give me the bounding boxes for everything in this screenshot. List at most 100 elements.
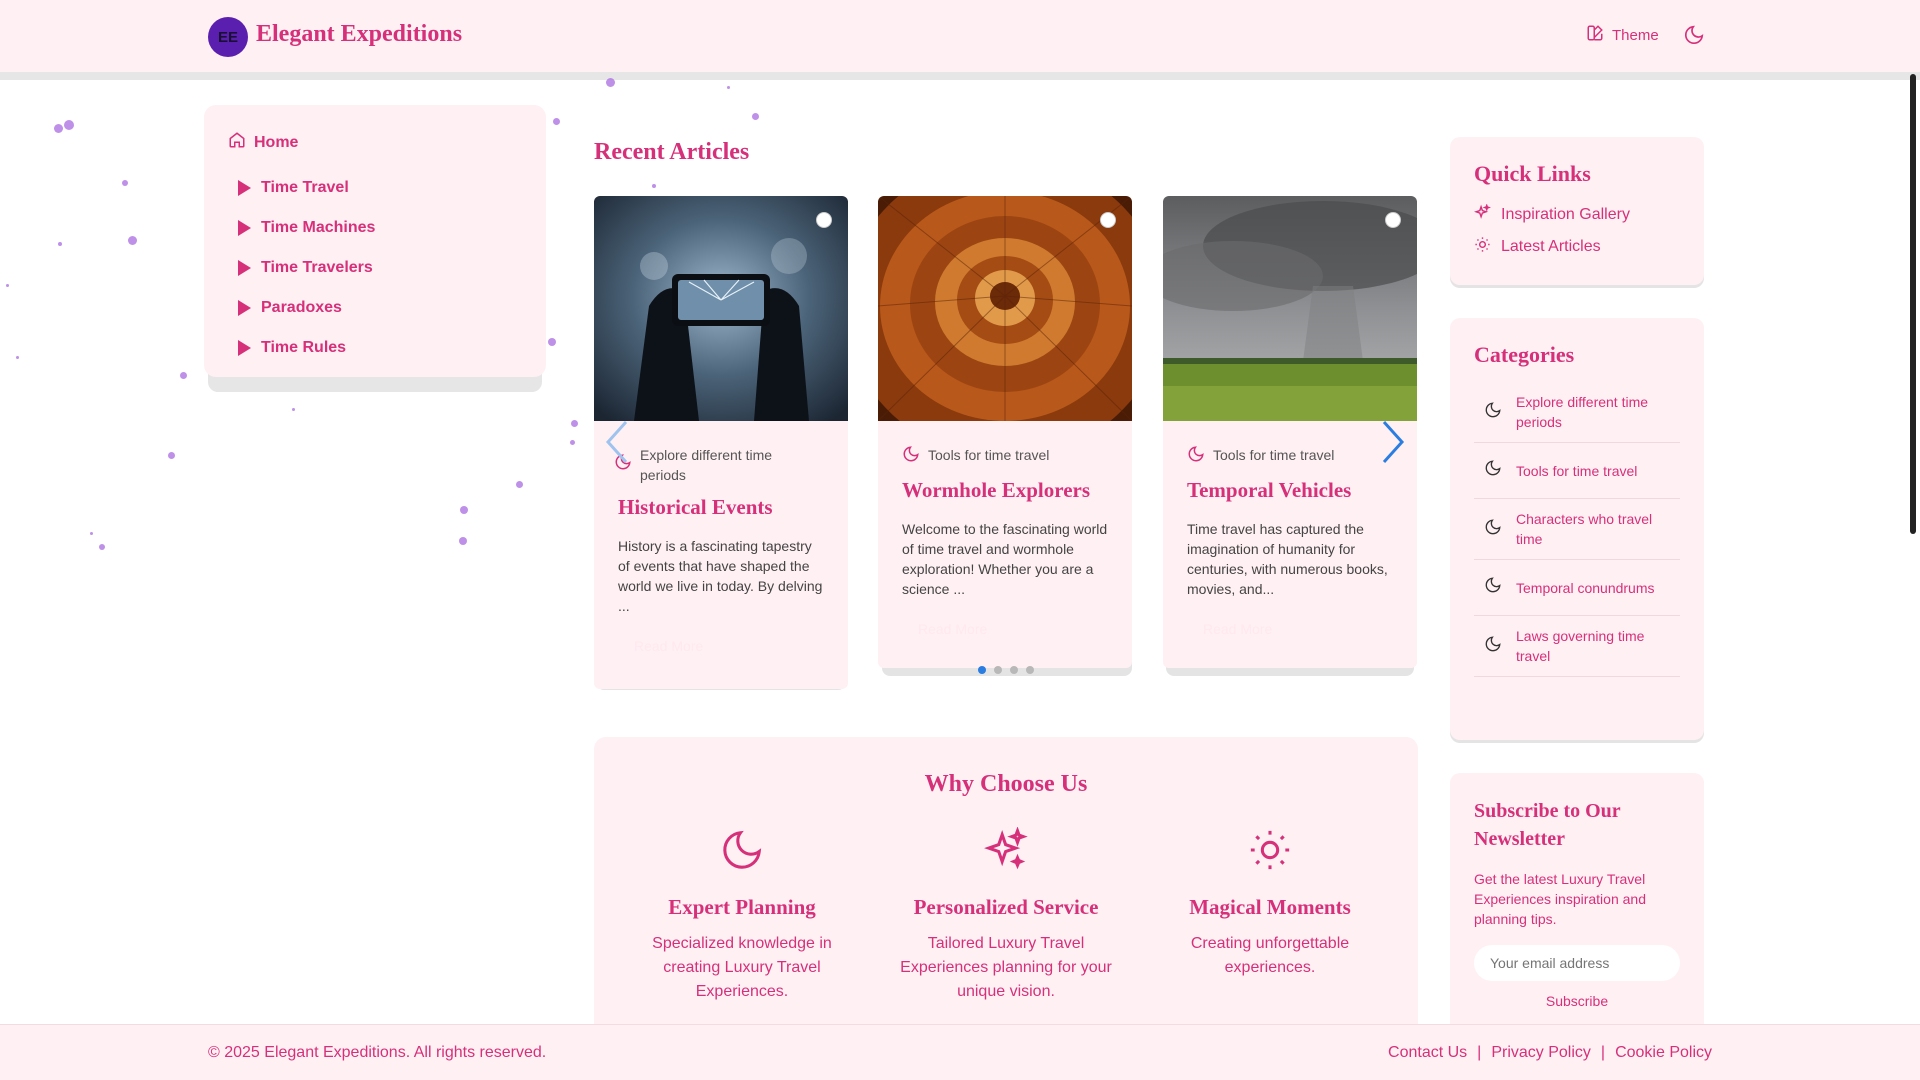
category-item[interactable]: Characters who travel time xyxy=(1474,499,1680,560)
carousel-next-button[interactable] xyxy=(1380,420,1406,469)
category-item[interactable]: Temporal conundrums xyxy=(1474,560,1680,616)
category-label: Laws governing time travel xyxy=(1516,628,1645,664)
category-item[interactable]: Laws governing time travel xyxy=(1474,616,1680,677)
footer-link-contact[interactable]: Contact Us xyxy=(1388,1044,1467,1062)
card-category[interactable]: Explore different time periods xyxy=(615,445,824,485)
why-title: Why Choose Us xyxy=(924,771,1088,797)
moon-icon xyxy=(1484,576,1502,599)
page-scrollbar[interactable] xyxy=(1910,74,1916,534)
carousel-dot[interactable] xyxy=(1026,666,1034,674)
carousel-dot[interactable] xyxy=(1010,666,1018,674)
card-category[interactable]: Tools for time travel xyxy=(1187,445,1393,468)
feature-description: Tailored Luxury Travel Experiences plann… xyxy=(900,935,1112,1000)
footer-link-privacy[interactable]: Privacy Policy xyxy=(1491,1044,1591,1062)
quick-link-label: Inspiration Gallery xyxy=(1501,206,1630,223)
categories-panel: Categories Explore different time period… xyxy=(1450,318,1704,740)
sidebar-nav: Home Time Travel Time Machines Time Trav… xyxy=(204,105,546,377)
sparkles-icon xyxy=(1473,203,1491,226)
wormhole-tunnel-image xyxy=(878,196,1132,458)
moon-icon xyxy=(1484,635,1502,658)
feature-personalized-service: Personalized Service Tailored Luxury Tra… xyxy=(896,827,1116,1004)
card-category-label: Tools for time travel xyxy=(928,447,1050,463)
newsletter-panel: Subscribe to Our Newsletter Get the late… xyxy=(1450,773,1704,1033)
quick-links-panel: Quick Links Inspiration Gallery Latest A… xyxy=(1450,137,1704,285)
footer-copyright: © 2025 Elegant Expeditions. All rights r… xyxy=(208,1044,547,1061)
sidebar-item-home[interactable]: Home xyxy=(228,131,546,154)
article-card[interactable]: Explore different time periods Historica… xyxy=(594,196,848,689)
newsletter-description: Get the latest Luxury Travel Experiences… xyxy=(1474,871,1646,927)
why-choose-us-section: Why Choose Us Expert Planning Specialize… xyxy=(594,737,1418,1037)
category-label: Explore different time periods xyxy=(1516,394,1649,430)
sun-icon xyxy=(1474,236,1491,258)
chevron-right-icon xyxy=(1380,420,1406,468)
quick-link-latest-articles[interactable]: Latest Articles xyxy=(1474,231,1680,263)
sidebar-item-time-travelers[interactable]: Time Travelers xyxy=(228,248,546,288)
feature-magical-moments: Magical Moments Creating unforgettable e… xyxy=(1160,827,1380,980)
category-label: Temporal conundrums xyxy=(1516,579,1655,596)
footer-separator: | xyxy=(1477,1044,1482,1061)
sidebar-item-label: Paradoxes xyxy=(261,299,342,316)
caret-right-icon xyxy=(238,340,251,356)
dark-mode-toggle[interactable] xyxy=(1683,24,1705,51)
quick-link-label: Latest Articles xyxy=(1501,238,1601,255)
read-more-button[interactable]: Read More xyxy=(1187,621,1393,637)
sidebar-item-time-travel[interactable]: Time Travel xyxy=(228,168,546,208)
logo-badge[interactable]: EE xyxy=(208,17,248,57)
card-title[interactable]: Temporal Vehicles xyxy=(1187,478,1393,503)
carousel-pagination xyxy=(978,666,1034,674)
moon-icon xyxy=(1683,25,1705,50)
read-more-button[interactable]: Read More xyxy=(618,638,824,654)
footer-link-cookie[interactable]: Cookie Policy xyxy=(1615,1044,1712,1062)
chevron-left-icon xyxy=(604,420,630,468)
moon-icon xyxy=(632,827,852,877)
read-more-button[interactable]: Read More xyxy=(902,621,1108,637)
category-label: Characters who travel time xyxy=(1516,511,1653,547)
category-item[interactable]: Explore different time periods xyxy=(1474,382,1680,443)
footer-separator: | xyxy=(1600,1044,1606,1061)
moon-icon xyxy=(1187,445,1205,468)
card-select-radio[interactable] xyxy=(816,212,832,228)
category-item[interactable]: Tools for time travel xyxy=(1474,443,1680,499)
quick-links-title: Quick Links xyxy=(1474,161,1591,186)
card-select-radio[interactable] xyxy=(1100,212,1116,228)
caret-right-icon xyxy=(238,260,251,276)
sidebar-item-label: Time Machines xyxy=(261,219,376,236)
category-label: Tools for time travel xyxy=(1516,462,1638,479)
carousel-dot[interactable] xyxy=(978,666,986,674)
feature-title: Expert Planning xyxy=(668,895,816,919)
palette-icon xyxy=(1586,24,1604,46)
site-footer: © 2025 Elegant Expeditions. All rights r… xyxy=(0,1024,1920,1080)
sidebar-item-paradoxes[interactable]: Paradoxes xyxy=(228,288,546,328)
moon-icon xyxy=(1484,459,1502,482)
article-card[interactable]: Tools for time travel Temporal Vehicles … xyxy=(1163,196,1417,668)
sidebar-item-label: Home xyxy=(254,133,299,151)
article-card[interactable]: Tools for time travel Wormhole Explorers… xyxy=(878,196,1132,668)
sidebar-item-time-machines[interactable]: Time Machines xyxy=(228,208,546,248)
sidebar-item-label: Time Rules xyxy=(261,339,347,356)
caret-right-icon xyxy=(238,300,251,316)
theme-label: Theme xyxy=(1612,26,1659,44)
sidebar-item-time-rules[interactable]: Time Rules xyxy=(228,328,546,368)
newsletter-email-input[interactable] xyxy=(1474,945,1680,981)
card-category-label: Tools for time travel xyxy=(1213,447,1335,463)
card-title[interactable]: Historical Events xyxy=(618,495,824,520)
moon-icon xyxy=(1484,518,1502,541)
feature-description: Creating unforgettable experiences. xyxy=(1190,935,1350,976)
sidebar-item-label: Time Travel xyxy=(261,179,349,196)
carousel-dot[interactable] xyxy=(994,666,1002,674)
site-title[interactable]: Elegant Expeditions xyxy=(256,21,462,48)
caret-right-icon xyxy=(238,220,251,236)
card-title[interactable]: Wormhole Explorers xyxy=(902,478,1108,503)
theme-button[interactable]: Theme xyxy=(1586,24,1659,46)
card-select-radio[interactable] xyxy=(1385,212,1401,228)
site-header: EE Elegant Expeditions Theme xyxy=(0,0,1920,72)
feature-expert-planning: Expert Planning Specialized knowledge in… xyxy=(632,827,852,1004)
sun-icon xyxy=(1160,827,1380,877)
card-category[interactable]: Tools for time travel xyxy=(902,445,1108,468)
card-excerpt: Time travel has captured the imagination… xyxy=(1187,521,1388,597)
quick-link-inspiration-gallery[interactable]: Inspiration Gallery xyxy=(1473,199,1680,231)
feature-title: Magical Moments xyxy=(1189,895,1351,919)
subscribe-button[interactable]: Subscribe xyxy=(1474,993,1680,1009)
carousel-prev-button[interactable] xyxy=(604,420,630,469)
footer-links: Contact Us | Privacy Policy | Cookie Pol… xyxy=(1388,1044,1712,1062)
